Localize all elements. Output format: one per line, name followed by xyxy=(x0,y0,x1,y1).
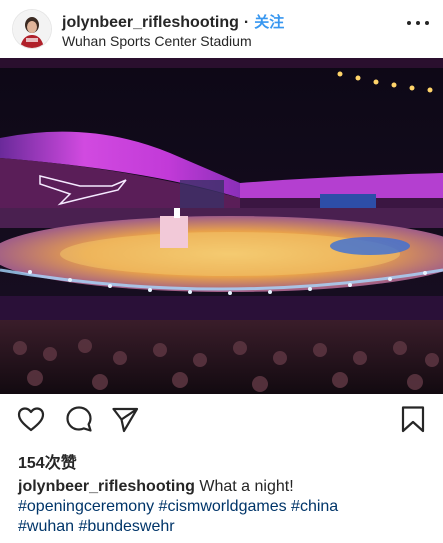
location-link[interactable]: Wuhan Sports Center Stadium xyxy=(62,33,252,49)
comment-icon[interactable] xyxy=(64,404,94,434)
share-icon[interactable] xyxy=(110,404,140,434)
caption-username[interactable]: jolynbeer_rifleshooting xyxy=(18,478,195,495)
more-dot xyxy=(416,21,420,25)
post-caption: jolynbeer_rifleshooting What a night! #o… xyxy=(18,477,428,537)
stadium-photo xyxy=(0,58,443,394)
post-header: jolynbeer_rifleshooting · 关注 Wuhan Sports … xyxy=(0,0,443,58)
more-dot xyxy=(407,21,411,25)
post-author: jolynbeer_rifleshooting · 关注 xyxy=(62,11,284,32)
follow-button[interactable]: 关注 xyxy=(254,14,284,31)
separator-dot: · xyxy=(243,14,250,31)
avatar[interactable] xyxy=(13,10,51,48)
hashtag-link[interactable]: #bundeswehr xyxy=(79,518,175,535)
username-link[interactable]: jolynbeer_rifleshooting xyxy=(62,14,239,31)
avatar-image xyxy=(13,10,51,48)
more-dot xyxy=(425,21,429,25)
post-photo[interactable] xyxy=(0,58,443,394)
action-bar xyxy=(0,396,443,442)
more-horizontal-icon[interactable] xyxy=(407,20,429,26)
hashtag-link[interactable]: #cismworldgames xyxy=(159,498,287,515)
hashtag-link[interactable]: #china xyxy=(291,498,338,515)
instagram-post: jolynbeer_rifleshooting · 关注 Wuhan Sports … xyxy=(0,0,443,543)
bookmark-icon[interactable] xyxy=(398,404,428,434)
hashtag-link[interactable]: #openingceremony xyxy=(18,498,154,515)
heart-icon[interactable] xyxy=(16,404,46,434)
hashtag-link[interactable]: #wuhan xyxy=(18,518,74,535)
caption-text: What a night! xyxy=(199,478,294,495)
likes-count[interactable]: 154次赞 xyxy=(18,449,77,473)
